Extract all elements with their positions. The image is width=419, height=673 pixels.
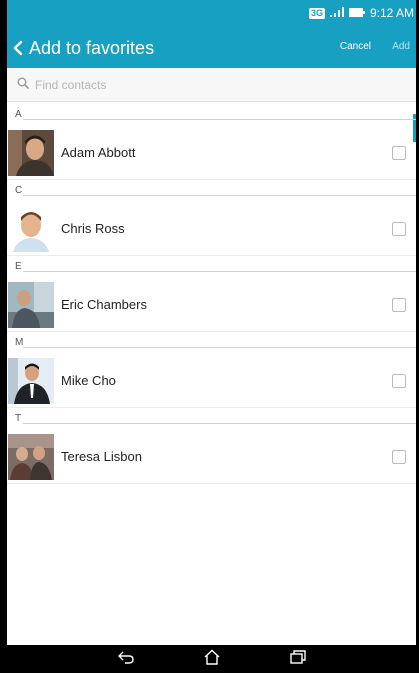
search-icon: [17, 76, 29, 94]
status-indicators: 3G 9:12 AM: [308, 6, 414, 20]
network-type-badge: 3G: [308, 7, 325, 19]
recents-icon: [289, 649, 307, 669]
contact-name: Eric Chambers: [61, 297, 147, 312]
battery-icon: [348, 6, 365, 20]
cancel-button[interactable]: Cancel: [340, 41, 371, 52]
section-divider: [23, 271, 416, 272]
contact-name: Mike Cho: [61, 373, 116, 388]
nav-back-button[interactable]: [114, 649, 138, 669]
section-letter: C: [15, 185, 23, 196]
contact-avatar: [8, 129, 54, 176]
search-input[interactable]: [35, 77, 395, 92]
section-letter: T: [15, 413, 22, 424]
contact-row[interactable]: Eric Chambers: [7, 278, 416, 332]
contact-avatar: [8, 205, 54, 252]
navigation-bar: [7, 645, 416, 673]
section-header-a: A: [7, 104, 416, 126]
page-title: Add to favorites: [29, 37, 155, 58]
contact-name: Adam Abbott: [61, 145, 136, 160]
section-header-m: M: [7, 332, 416, 354]
select-checkbox[interactable]: [392, 298, 406, 312]
nav-home-button[interactable]: [200, 649, 224, 669]
section-divider: [23, 347, 416, 348]
add-button[interactable]: Add: [392, 41, 410, 52]
chevron-left-icon: [13, 40, 23, 56]
back-button[interactable]: Add to favorites: [7, 28, 154, 68]
section-letter: A: [15, 109, 22, 120]
back-icon: [117, 650, 135, 669]
status-time: 9:12 AM: [369, 6, 414, 20]
search-bar: [7, 68, 416, 102]
section-letter: E: [15, 261, 22, 272]
section-header-c: C: [7, 180, 416, 202]
signal-icon: [329, 6, 344, 20]
home-icon: [203, 649, 221, 670]
section-divider: [23, 195, 416, 196]
contact-row[interactable]: Mike Cho: [7, 354, 416, 408]
select-checkbox[interactable]: [392, 146, 406, 160]
section-header-e: E: [7, 256, 416, 278]
contact-row[interactable]: Teresa Lisbon: [7, 430, 416, 484]
section-divider: [23, 119, 416, 120]
app-bar: Add to favorites Cancel Add: [7, 28, 416, 68]
contact-row[interactable]: Chris Ross: [7, 202, 416, 256]
section-header-t: T: [7, 408, 416, 430]
contact-list: A Adam Abbott C Chris Ross E Eric Chambe…: [7, 104, 416, 484]
contact-row[interactable]: Adam Abbott: [7, 126, 416, 180]
select-checkbox[interactable]: [392, 222, 406, 236]
select-checkbox[interactable]: [392, 450, 406, 464]
status-bar: 3G 9:12 AM: [7, 0, 416, 28]
contact-avatar: [8, 433, 54, 480]
select-checkbox[interactable]: [392, 374, 406, 388]
contact-avatar: [8, 281, 54, 328]
section-divider: [23, 423, 416, 424]
contact-avatar: [8, 357, 54, 404]
contact-name: Chris Ross: [61, 221, 125, 236]
contact-name: Teresa Lisbon: [61, 449, 142, 464]
nav-recents-button[interactable]: [286, 649, 310, 669]
